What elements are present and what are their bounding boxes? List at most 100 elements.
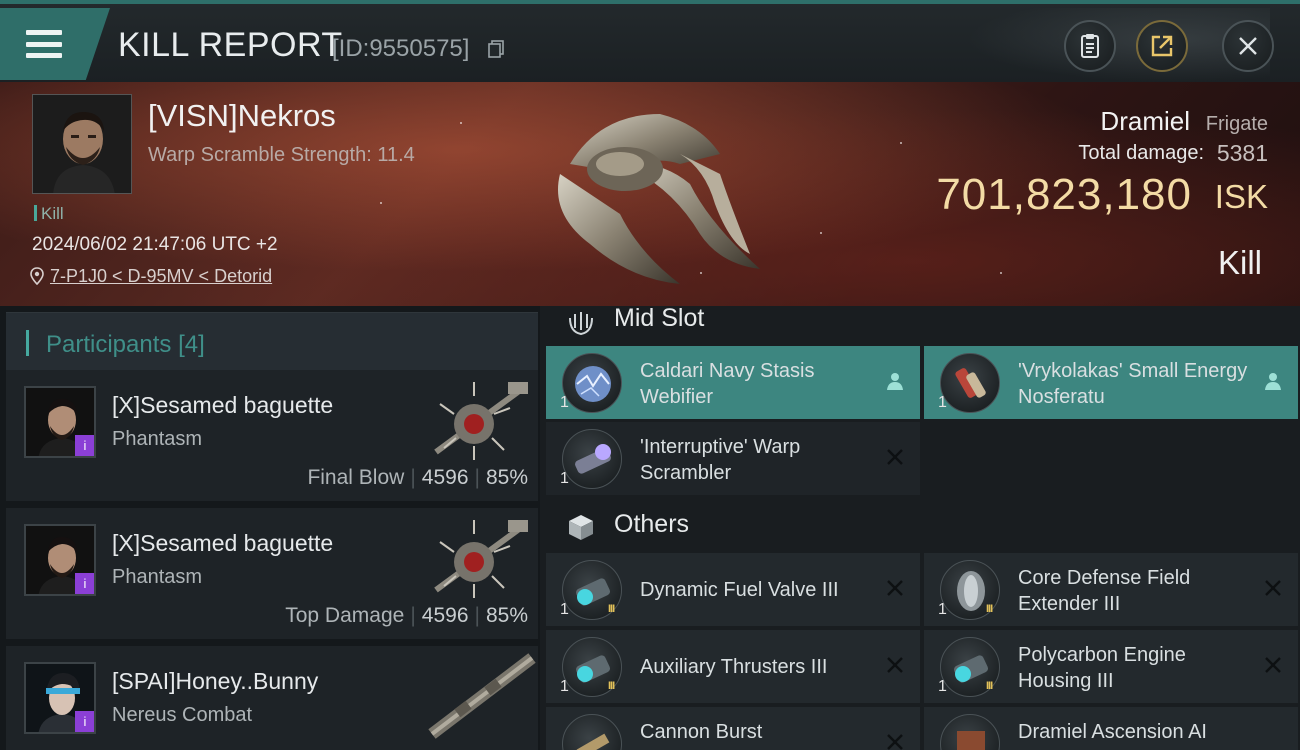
close-icon[interactable] [1262, 577, 1284, 599]
participant-percent: 85% [485, 604, 528, 627]
item-name: Polycarbon Engine Housing III [1018, 644, 1186, 692]
item-tier: III [608, 680, 615, 692]
item-name: 'Interruptive' Warp Scrambler [640, 436, 801, 484]
fitting-item[interactable]: 1 III Polycarbon Engine Housing III [924, 630, 1298, 703]
item-quantity: 1 [560, 601, 569, 618]
fittings-panel: Mid Slot 1 Caldari Navy Stasis Webifier … [540, 304, 1300, 750]
total-damage-label: Total damage: [1078, 142, 1204, 164]
item-quantity: 1 [560, 394, 569, 411]
item-quantity: 1 [938, 394, 947, 411]
participant-badge: i [75, 435, 94, 456]
item-tier: III [608, 603, 615, 615]
participant-stats: Top Damage | 4596 | 85% [285, 604, 528, 627]
person-icon[interactable] [1262, 370, 1284, 392]
victim-ship-name[interactable]: Dramiel [1100, 106, 1190, 137]
top-bar: KILL REPORT [ID:9550575] [0, 0, 1300, 86]
close-button[interactable] [1222, 20, 1274, 72]
ascension-ai-icon [940, 714, 1000, 750]
kill-datetime: 2024/06/02 21:47:06 UTC +2 [32, 234, 278, 255]
item-name: Caldari Navy Stasis Webifier [640, 360, 815, 408]
fitting-item[interactable]: 1 Caldari Navy Stasis Webifier [546, 346, 920, 419]
avatar[interactable]: i [24, 524, 96, 596]
item-name: Dramiel Ascension AI [1018, 721, 1207, 743]
item-quantity: 1 [938, 601, 947, 618]
victim-face-image [33, 95, 131, 193]
fitting-item[interactable]: 1 III Dynamic Fuel Valve III [546, 553, 920, 626]
item-name: Auxiliary Thrusters III [640, 656, 828, 678]
close-icon[interactable] [884, 577, 906, 599]
participant-tag: Final Blow [307, 466, 405, 489]
isk-value: 701,823,180 [936, 170, 1192, 219]
kill-tag: Kill [34, 204, 64, 224]
share-button[interactable] [1136, 20, 1188, 72]
victim-ship-class: Frigate [1205, 113, 1268, 135]
item-name: 'Vrykolakas' Small Energy Nosferatu [1018, 360, 1248, 408]
mid-slot-icon [569, 312, 593, 336]
participant-badge: i [75, 711, 94, 732]
kill-location-link[interactable]: 7-P1J0 < D-95MV < Detorid [30, 266, 272, 287]
fitting-item[interactable]: 1 III Auxiliary Thrusters III [546, 630, 920, 703]
participant-name: [X]Sesamed baguette [112, 392, 334, 418]
participant-row[interactable]: i [X]Sesamed baguette Phantasm Top Damag… [6, 508, 538, 642]
participants-panel: Participants [4] i [X]Sesamed baguette P… [0, 306, 540, 750]
participants-accent [26, 330, 29, 356]
result-label: Kill [1217, 244, 1262, 281]
victim-name[interactable]: [VISN]Nekros [148, 98, 336, 134]
fitting-item[interactable]: 1 'Vrykolakas' Small Energy Nosferatu [924, 346, 1298, 419]
person-icon[interactable] [884, 370, 906, 392]
location-text: 7-P1J0 < D-95MV < Detorid [50, 266, 273, 286]
copy-icon[interactable] [488, 40, 504, 58]
participant-ship-image [434, 520, 528, 598]
fitting-item[interactable]: Dramiel Ascension AI [924, 707, 1298, 750]
item-tier: III [986, 680, 993, 692]
participants-header[interactable]: Participants [4] [6, 312, 538, 370]
participant-percent: 85% [485, 466, 528, 489]
participant-name: [SPAI]Honey..Bunny [112, 668, 319, 694]
participants-label: Participants [46, 331, 172, 358]
close-icon[interactable] [884, 654, 906, 676]
item-name: Dynamic Fuel Valve III [640, 579, 839, 601]
mid-slot-header: Mid Slot [546, 300, 1300, 344]
item-quantity: 1 [560, 470, 569, 487]
item-name: Core Defense Field Extender III [1018, 567, 1191, 615]
item-name: Cannon Burst [640, 721, 763, 743]
fitting-item[interactable]: 1 III Core Defense Field Extender III [924, 553, 1298, 626]
others-header: Others [546, 506, 1300, 550]
close-icon[interactable] [884, 446, 906, 468]
participant-damage: 4596 [421, 466, 469, 489]
item-quantity: 1 [938, 678, 947, 695]
victim-ship-image [558, 114, 760, 284]
close-icon[interactable] [884, 731, 906, 750]
page-title: KILL REPORT [118, 26, 343, 64]
kill-summary-banner: [VISN]Nekros Warp Scramble Strength: 11.… [0, 82, 1300, 306]
others-label: Others [614, 510, 690, 538]
close-icon[interactable] [1262, 654, 1284, 676]
participant-tag: Top Damage [285, 604, 405, 627]
avatar[interactable]: i [24, 386, 96, 458]
participant-stats: Final Blow | 4596 | 85% [307, 466, 528, 489]
report-id: [ID:9550575] [332, 35, 470, 62]
location-pin-icon [30, 267, 44, 285]
participants-count: [4] [178, 331, 205, 358]
clipboard-icon [1081, 34, 1099, 58]
participant-row[interactable]: i [SPAI]Honey..Bunny Nereus Combat [6, 646, 538, 750]
avatar[interactable]: i [24, 662, 96, 734]
fitting-item[interactable]: 1 'Interruptive' Warp Scrambler [546, 422, 920, 495]
cube-icon [569, 515, 593, 540]
participant-name: [X]Sesamed baguette [112, 530, 334, 556]
share-icon [1151, 35, 1173, 57]
participant-ship: Phantasm [112, 566, 203, 588]
menu-button[interactable] [0, 8, 110, 80]
participant-ship: Nereus Combat [112, 704, 253, 726]
participant-damage: 4596 [421, 604, 469, 627]
item-tier: III [986, 603, 993, 615]
close-icon [1239, 37, 1257, 55]
participant-row[interactable]: i [X]Sesamed baguette Phantasm Final Blo… [6, 370, 538, 504]
energy-nosferatu-icon [940, 353, 1000, 413]
kill-tag-marker [34, 205, 37, 221]
participant-ship-image [434, 382, 528, 460]
fitting-item[interactable]: Cannon Burst [546, 707, 920, 750]
clipboard-button[interactable] [1064, 20, 1116, 72]
item-quantity: 1 [560, 678, 569, 695]
victim-portrait[interactable] [32, 94, 132, 194]
